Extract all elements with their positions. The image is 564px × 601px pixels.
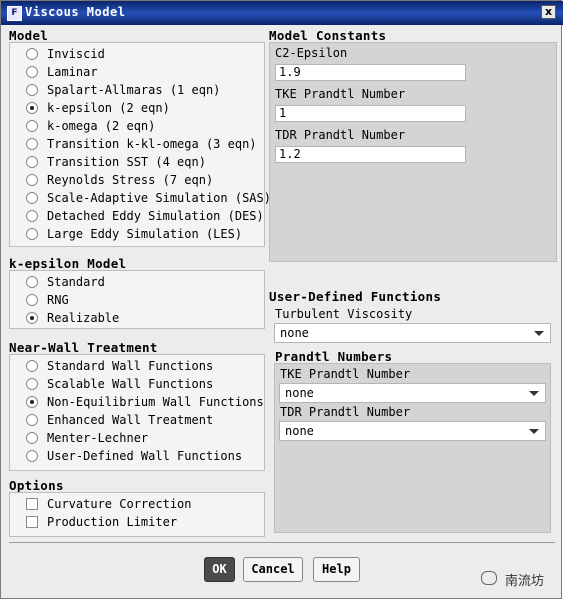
near-wall-heading: Near-Wall Treatment [9,340,158,355]
near-wall-option-label: Menter-Lechner [47,431,149,445]
model-option-label: k-omega (2 eqn) [47,119,156,133]
udf-tke-prandtl-value: none [285,386,314,400]
model-option-label: Scale-Adaptive Simulation (SAS) [47,191,271,205]
radio-button[interactable] [26,432,38,444]
model-option-label: Detached Eddy Simulation (DES) [47,209,264,223]
turbulent-viscosity-label: Turbulent Viscosity [275,307,413,321]
udf-heading: User-Defined Functions [269,289,442,304]
app-icon: F [7,6,22,21]
chevron-down-icon [529,429,539,434]
radio-button[interactable] [26,414,38,426]
options-heading: Options [9,478,64,493]
radio-button[interactable] [26,102,38,114]
udf-tdr-prandtl-dropdown[interactable]: none [279,421,546,441]
watermark-text: 南流坊 [505,574,545,589]
model-option-label: Transition SST (4 eqn) [47,155,206,169]
radio-button[interactable] [26,312,38,324]
checkbox[interactable] [26,498,38,510]
radio-button[interactable] [26,276,38,288]
udf-tdr-prandtl-value: none [285,424,314,438]
radio-button[interactable] [26,66,38,78]
near-wall-option-label: Standard Wall Functions [47,359,214,373]
c2-epsilon-input[interactable]: 1.9 [275,64,466,81]
tke-prandtl-label: TKE Prandtl Number [275,87,406,101]
near-wall-option-label: Scalable Wall Functions [47,377,214,391]
viscous-model-dialog: F Viscous Model x Model Inviscid Laminar S… [0,0,563,599]
prandtl-numbers-heading: Prandtl Numbers [275,349,393,364]
window-title: Viscous Model [25,5,126,19]
radio-button[interactable] [26,174,38,186]
close-icon[interactable]: x [541,5,556,19]
tdr-prandtl-input[interactable]: 1.2 [275,146,466,163]
ke-model-option-label: RNG [47,293,69,307]
option-item-label: Curvature Correction [47,497,192,511]
title-bar[interactable]: F Viscous Model x [1,1,563,25]
constants-heading: Model Constants [269,28,387,43]
ke-model-heading: k-epsilon Model [9,256,127,271]
radio-button[interactable] [26,138,38,150]
model-option-label: Inviscid [47,47,105,61]
cancel-button[interactable]: Cancel [243,557,303,582]
radio-button[interactable] [26,192,38,204]
c2-epsilon-label: C2-Epsilon [275,46,348,60]
near-wall-option-label: Enhanced Wall Treatment [47,413,214,427]
turbulent-viscosity-value: none [280,326,309,340]
near-wall-option-label: User-Defined Wall Functions [47,449,243,463]
udf-tdr-prandtl-label: TDR Prandtl Number [280,405,411,419]
near-wall-option-label: Non-Equilibrium Wall Functions [47,395,264,409]
radio-button[interactable] [26,396,38,408]
model-option-label: Spalart-Allmaras (1 eqn) [47,83,221,97]
model-option-label: Transition k-kl-omega (3 eqn) [47,137,257,151]
tke-prandtl-input[interactable]: 1 [275,105,466,122]
radio-button[interactable] [26,450,38,462]
tdr-prandtl-label: TDR Prandtl Number [275,128,406,142]
near-wall-group: Standard Wall Functions Scalable Wall Fun… [9,354,265,471]
model-group: Inviscid Laminar Spalart-Allmaras (1 eqn) k… [9,42,271,247]
ke-model-group: Standard RNG Realizable [9,270,265,329]
turbulent-viscosity-dropdown[interactable]: none [274,323,551,343]
model-option-label: Reynolds Stress (7 eqn) [47,173,214,187]
radio-button[interactable] [26,84,38,96]
ke-model-option-label: Realizable [47,311,120,325]
udf-tke-prandtl-label: TKE Prandtl Number [280,367,411,381]
model-heading: Model [9,28,49,43]
model-option-label: Large Eddy Simulation (LES) [47,227,243,241]
ok-button[interactable]: OK [204,557,235,582]
prandtl-numbers-panel: TKE Prandtl Number none TDR Prandtl Numb… [274,363,551,533]
radio-button[interactable] [26,48,38,60]
ke-model-option-label: Standard [47,275,105,289]
radio-button[interactable] [26,156,38,168]
wechat-icon [481,571,497,585]
checkbox[interactable] [26,516,38,528]
radio-button[interactable] [26,378,38,390]
options-group: Curvature Correction Production Limiter [9,492,265,537]
radio-button[interactable] [26,210,38,222]
radio-button[interactable] [26,228,38,240]
radio-button[interactable] [26,294,38,306]
constants-panel: C2-Epsilon 1.9 TKE Prandtl Number 1 TDR … [269,42,557,262]
option-item-label: Production Limiter [47,515,178,529]
radio-button[interactable] [26,360,38,372]
udf-tke-prandtl-dropdown[interactable]: none [279,383,546,403]
chevron-down-icon [534,331,544,336]
model-option-label: Laminar [47,65,98,79]
chevron-down-icon [529,391,539,396]
model-option-label: k-epsilon (2 eqn) [47,101,170,115]
help-button[interactable]: Help [313,557,360,582]
separator [9,542,555,543]
radio-button[interactable] [26,120,38,132]
